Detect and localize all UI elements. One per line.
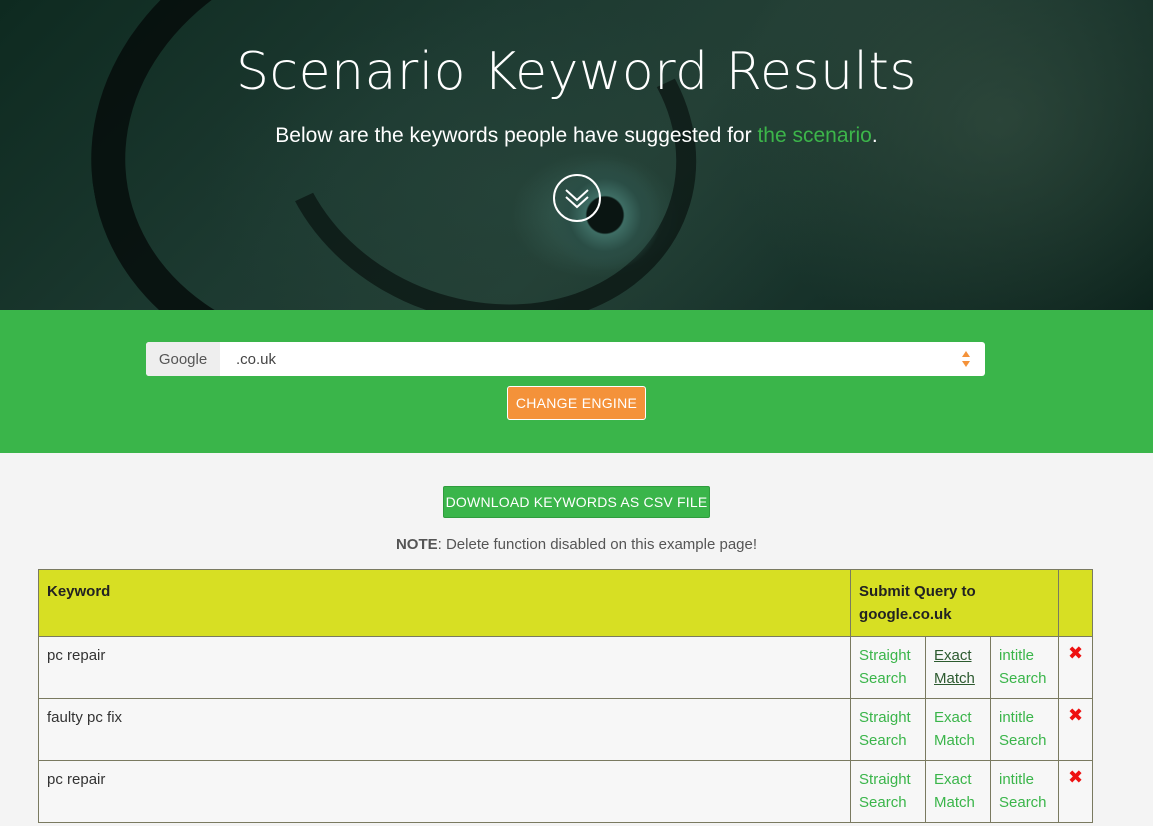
delete-x-icon[interactable]: ✖ (1068, 767, 1083, 787)
keyword-cell: pc repair (37, 760, 852, 823)
exact-match-link[interactable]: Exact Match (934, 647, 975, 687)
straight-search-link[interactable]: Straight Search (859, 771, 911, 811)
straight-search-link[interactable]: Straight Search (859, 647, 911, 687)
page-subtitle: Below are the keywords people have sugge… (0, 124, 1153, 148)
keywords-table: Keyword Submit Query to google.co.uk pc … (37, 569, 1094, 823)
note-message: : Delete function disabled on this examp… (437, 536, 758, 553)
submit-column-header: Submit Query to google.co.uk (850, 569, 1059, 637)
intitle-search-link[interactable]: intitle Search (999, 771, 1047, 811)
scenario-link[interactable]: the scenario (757, 124, 871, 147)
note-label: NOTE (395, 536, 438, 553)
table-header-row: Keyword Submit Query to google.co.uk (37, 569, 1094, 637)
table-row: pc repair Straight Search Exact Match in… (37, 636, 1094, 699)
engine-bar: Google .co.uk CHANGE ENGINE (0, 310, 1153, 453)
hero-banner: Scenario Keyword Results Below are the k… (0, 0, 1153, 310)
main-content: DOWNLOAD KEYWORDS AS CSV FILE NOTE: Dele… (0, 453, 1153, 823)
intitle-search-link[interactable]: intitle Search (999, 647, 1047, 687)
exact-match-link[interactable]: Exact Match (934, 709, 975, 749)
table-row: faulty pc fix Straight Search Exact Matc… (37, 698, 1094, 761)
keyword-cell: pc repair (37, 636, 852, 699)
select-arrows-icon[interactable] (961, 350, 971, 368)
page-title: Scenario Keyword Results (236, 42, 917, 102)
double-chevron-down-icon (564, 189, 589, 209)
exact-match-link[interactable]: Exact Match (934, 771, 975, 811)
engine-select[interactable]: Google .co.uk (146, 342, 985, 376)
delete-column-header (1057, 569, 1094, 637)
subtitle-period: . (871, 124, 878, 147)
note-text: NOTE: Delete function disabled on this e… (0, 536, 1153, 553)
engine-selected-value[interactable]: .co.uk (220, 351, 985, 368)
keyword-column-header: Keyword (37, 569, 852, 637)
straight-search-link[interactable]: Straight Search (859, 709, 911, 749)
delete-x-icon[interactable]: ✖ (1068, 705, 1083, 725)
change-engine-button[interactable]: CHANGE ENGINE (507, 386, 646, 420)
engine-label: Google (146, 342, 220, 376)
delete-x-icon[interactable]: ✖ (1068, 643, 1083, 663)
subtitle-text: Below are the keywords people have sugge… (275, 124, 758, 147)
download-csv-button[interactable]: DOWNLOAD KEYWORDS AS CSV FILE (443, 486, 710, 518)
keyword-cell: faulty pc fix (37, 698, 852, 761)
table-row: pc repair Straight Search Exact Match in… (37, 760, 1094, 823)
intitle-search-link[interactable]: intitle Search (999, 709, 1047, 749)
scroll-down-button[interactable] (552, 174, 601, 222)
